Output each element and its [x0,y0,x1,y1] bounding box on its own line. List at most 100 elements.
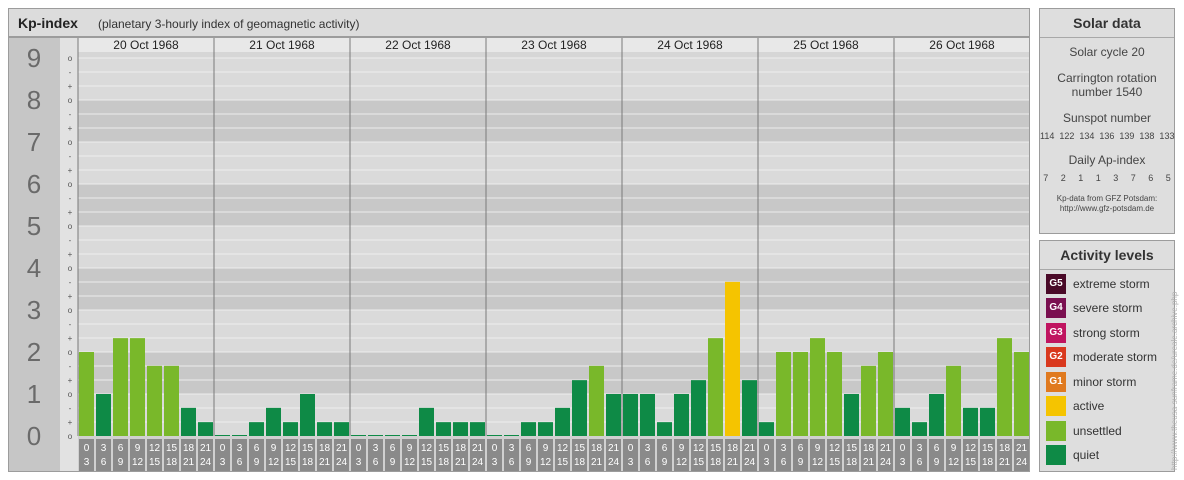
legend-swatch: G2 [1046,347,1066,367]
kp-bar [555,407,570,436]
source-watermark: http://www.theusa-sunframe.de/ureale.arc… [1170,291,1179,470]
time-slot-end: 6 [101,457,107,468]
time-slot-start: 21 [880,443,892,454]
time-slot-end: 6 [781,457,787,468]
time-slot-start: 12 [557,443,569,454]
y-tick-label: 3 [27,295,41,325]
kp-bar [436,422,451,436]
time-slot-start: 12 [421,443,433,454]
sub-tick-label: - [69,110,72,119]
time-slot-end: 3 [764,457,770,468]
sub-tick-label: o [68,348,73,357]
kp-bar [470,422,485,436]
kp-bar [640,394,655,436]
day-label: 22 Oct 1968 [385,38,451,52]
time-slot-start: 12 [149,443,161,454]
time-slot-end: 12 [268,457,280,468]
activity-levels-title: Activity levels [1040,241,1174,270]
legend-label: active [1073,399,1105,413]
time-slot-end: 18 [438,457,450,468]
sub-tick-label: - [69,194,72,203]
time-slot-end: 18 [574,457,586,468]
time-slot-start: 12 [285,443,297,454]
time-slot-end: 9 [662,457,668,468]
kp-bar [79,352,94,436]
time-slot-end: 3 [628,457,634,468]
time-slot-start: 15 [846,443,858,454]
sub-tick-label: + [68,376,73,385]
time-slot-end: 18 [166,457,178,468]
time-slot-start: 0 [84,443,90,454]
y-tick-label: 8 [27,85,41,115]
sub-tick-label: o [68,138,73,147]
kp-bar [249,422,264,436]
time-slot-start: 9 [135,443,141,454]
sub-tick-label: o [68,180,73,189]
legend-label: minor storm [1073,375,1137,389]
sub-tick-label: + [68,82,73,91]
time-slot-start: 6 [118,443,124,454]
source-note-2: http://www.gfz-potsdam.de [1059,204,1155,213]
time-slot-start: 9 [543,443,549,454]
time-slot-start: 3 [101,443,107,454]
sub-tick-label: + [68,334,73,343]
y-tick-label: 6 [27,169,41,199]
y-tick-label: 2 [27,337,41,367]
solar-data-panel: Solar data Solar cycle 20 Carrington rot… [1039,8,1175,234]
sub-tick-label: + [68,166,73,175]
time-slot-end: 21 [183,457,195,468]
sub-tick-label: o [68,306,73,315]
kp-bar [266,407,281,436]
kp-bar [878,352,893,436]
time-slot-end: 15 [693,457,705,468]
sub-tick-label: o [68,96,73,105]
y-tick-label: 9 [27,43,41,73]
time-slot-start: 3 [237,443,243,454]
kp-bar [963,407,978,436]
day-label: 20 Oct 1968 [113,38,179,52]
sub-tick-label: + [68,250,73,259]
time-slot-end: 15 [557,457,569,468]
day-label: 24 Oct 1968 [657,38,723,52]
time-slot-start: 15 [302,443,314,454]
day-label: 21 Oct 1968 [249,38,315,52]
kp-bar [997,338,1012,436]
legend-swatch [1046,421,1066,441]
sub-tick-label: - [69,152,72,161]
time-slot-start: 21 [744,443,756,454]
kp-bar [674,394,689,436]
time-slot-end: 9 [390,457,396,468]
kp-bar [946,365,961,436]
time-slot-start: 0 [900,443,906,454]
kp-bar [368,435,383,436]
time-slot-start: 3 [509,443,515,454]
time-slot-start: 21 [472,443,484,454]
time-slot-end: 9 [934,457,940,468]
sub-tick-label: o [68,432,73,441]
y-tick-label: 7 [27,127,41,157]
kp-bar [317,422,332,436]
time-slot-end: 6 [373,457,379,468]
sub-tick-label: o [68,222,73,231]
time-slot-start: 21 [200,443,212,454]
time-slot-end: 12 [404,457,416,468]
kp-bar [980,407,995,436]
time-slot-end: 24 [200,457,212,468]
time-slot-start: 21 [608,443,620,454]
time-slot-end: 12 [132,457,144,468]
time-slot-end: 21 [999,457,1011,468]
kp-bar [657,422,672,436]
time-slot-end: 3 [492,457,498,468]
kp-band [78,226,1030,268]
kp-bar [861,365,876,436]
ap-values: 7 2 1 1 3 7 6 5 [1043,173,1171,183]
kp-bar-chart: 0123456789+o+o-+o-+o-+o-+o-+o-+o-+o-o-20… [8,37,1030,472]
time-slot-end: 15 [149,457,161,468]
time-slot-end: 3 [356,457,362,468]
kp-bar [232,435,247,436]
time-slot-start: 18 [183,443,195,454]
time-slot-start: 15 [574,443,586,454]
time-slot-end: 24 [1016,457,1028,468]
legend-label: unsettled [1073,424,1122,438]
time-slot-end: 18 [982,457,994,468]
